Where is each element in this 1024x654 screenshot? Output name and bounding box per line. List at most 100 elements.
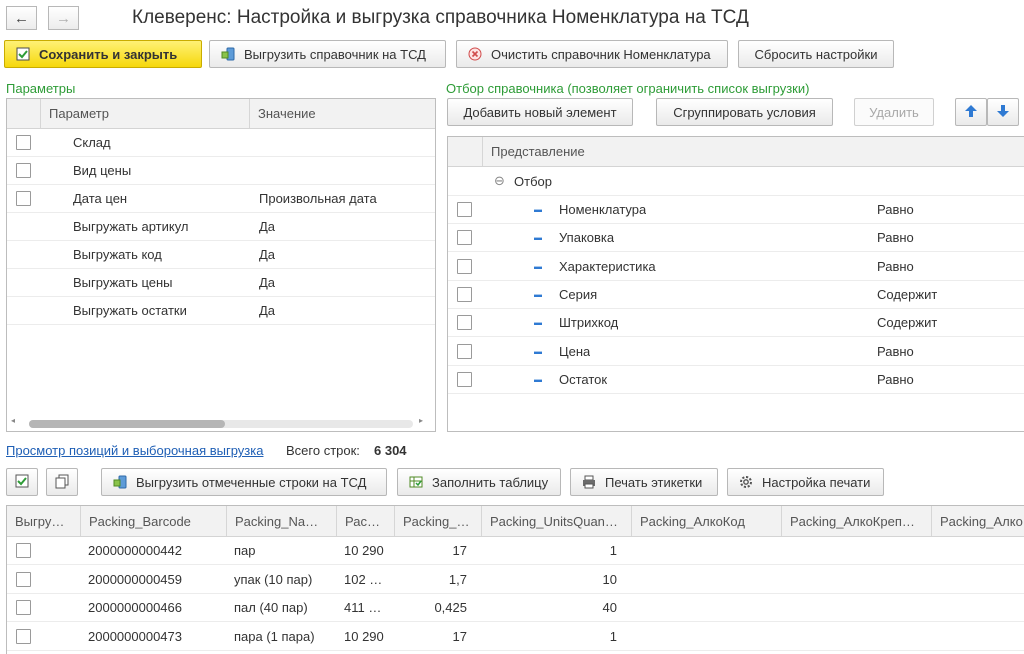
- preview-cell-price: 411 …: [344, 600, 382, 615]
- params-row-name: Дата цен: [73, 191, 128, 206]
- params-col-value: Значение: [249, 99, 435, 128]
- preview-cell-price: 102 …: [344, 571, 383, 587]
- move-up-button[interactable]: [955, 98, 987, 126]
- preview-link[interactable]: Просмотр позиций и выборочная выгрузка: [6, 443, 263, 458]
- back-button[interactable]: ←: [6, 6, 37, 30]
- preview-col-header[interactable]: Packing_Barcode: [80, 506, 226, 536]
- move-down-button[interactable]: [987, 98, 1019, 126]
- preview-cell-c4: 1,7: [448, 571, 467, 587]
- check-all-button[interactable]: [6, 468, 38, 496]
- params-row[interactable]: Склад: [7, 129, 435, 157]
- filter-item-checkbox[interactable]: [457, 258, 472, 274]
- params-row-checkbox[interactable]: [16, 135, 31, 150]
- reset-settings-button[interactable]: Сбросить настройки: [738, 40, 894, 68]
- filter-item-row[interactable]: ▬ Цена Равно: [448, 338, 1024, 366]
- preview-row-checkbox[interactable]: [16, 543, 31, 558]
- print-labels-button[interactable]: Печать этикетки: [570, 468, 718, 496]
- preview-col-header[interactable]: Packing_…: [394, 506, 481, 536]
- fill-table-label: Заполнить таблицу: [432, 474, 549, 490]
- params-row-value: Да: [259, 247, 276, 262]
- fill-table-button[interactable]: Заполнить таблицу: [397, 468, 561, 496]
- filter-item-row[interactable]: ▬ Остаток Равно: [448, 366, 1024, 394]
- export-tsd-icon: [220, 46, 236, 62]
- printer-icon: [581, 474, 597, 490]
- filter-item-row[interactable]: ▬ Штрихкод Содержит: [448, 309, 1024, 338]
- preview-row[interactable]: 2000000000442 пар 10 290 17 1: [7, 537, 1024, 565]
- collapse-icon[interactable]: ⊖: [494, 167, 505, 195]
- preview-row[interactable]: 2000000000459 упак (10 пар) 102 … 1,7 10: [7, 566, 1024, 594]
- preview-col-header[interactable]: Packing_Na…: [226, 506, 336, 536]
- save-close-button[interactable]: Сохранить и закрыть: [4, 40, 202, 68]
- preview-row-checkbox[interactable]: [16, 628, 31, 644]
- filter-item-row[interactable]: ▬ Номенклатура Равно: [448, 196, 1024, 224]
- filter-item-name: Остаток: [559, 371, 608, 387]
- params-scrollbar-thumb[interactable]: [29, 420, 225, 428]
- preview-header: Выгру… Packing_Barcode Packing_Na… Рас… Pack…: [7, 506, 1024, 537]
- clear-catalog-button[interactable]: Очистить справочник Номенклатура: [456, 40, 728, 68]
- params-col-param: Параметр: [49, 106, 109, 121]
- forward-button[interactable]: →: [48, 6, 79, 30]
- total-rows-value: 6 304: [374, 443, 407, 458]
- save-close-label: Сохранить и закрыть: [39, 46, 178, 62]
- preview-row[interactable]: 2000000000466 пал (40 пар) 411 … 0,425 40: [7, 594, 1024, 622]
- add-element-button[interactable]: Добавить новый элемент: [447, 98, 633, 126]
- params-row[interactable]: Выгружать артикул Да: [7, 213, 435, 241]
- total-rows-label: Всего строк:: [286, 443, 360, 458]
- preview-cell-barcode: 2000000000442: [88, 543, 182, 558]
- filter-group-row[interactable]: ⊖ Отбор: [448, 167, 1024, 196]
- export-marked-button[interactable]: Выгрузить отмеченные строки на ТСД: [101, 468, 387, 496]
- filter-header: Представление: [448, 137, 1024, 167]
- group-conditions-button[interactable]: Сгруппировать условия: [656, 98, 833, 126]
- filter-item-row[interactable]: ▬ Серия Содержит: [448, 281, 1024, 309]
- params-row-checkbox[interactable]: [16, 191, 31, 206]
- filter-item-condition: Равно: [877, 202, 914, 217]
- filter-item-checkbox[interactable]: [457, 315, 472, 331]
- preview-col-header[interactable]: Выгру…: [7, 506, 80, 536]
- filter-item-condition: Равно: [877, 371, 914, 387]
- params-row[interactable]: Выгружать остатки Да: [7, 297, 435, 325]
- filter-item-condition: Содержит: [877, 315, 938, 331]
- params-row-value: Произвольная дата: [259, 191, 377, 206]
- params-row[interactable]: Выгружать цены Да: [7, 269, 435, 297]
- uncheck-all-button[interactable]: [46, 468, 78, 496]
- scroll-right-icon[interactable]: ▸: [419, 416, 423, 425]
- filter-item-checkbox[interactable]: [457, 286, 472, 302]
- filter-item-checkbox[interactable]: [457, 230, 472, 246]
- reset-settings-label: Сбросить настройки: [754, 46, 878, 62]
- params-row[interactable]: Выгружать код Да: [7, 241, 435, 269]
- preview-col-header[interactable]: Packing_АлкоКод: [631, 506, 781, 536]
- filter-item-checkbox[interactable]: [457, 343, 472, 359]
- filter-item-icon: ▬: [534, 346, 542, 356]
- preview-col-header[interactable]: Packing_UnitsQuan…: [481, 506, 631, 536]
- filter-item-row[interactable]: ▬ Характеристика Равно: [448, 253, 1024, 281]
- scroll-left-icon[interactable]: ◂: [11, 416, 15, 425]
- params-row[interactable]: Дата цен Произвольная дата: [7, 185, 435, 213]
- delete-button[interactable]: Удалить: [854, 98, 934, 126]
- preview-cell-c4: 0,425: [434, 600, 467, 615]
- export-catalog-button[interactable]: Выгрузить справочник на ТСД: [209, 40, 446, 68]
- filter-item-checkbox[interactable]: [457, 202, 472, 217]
- preview-col-header[interactable]: Packing_Алко: [931, 506, 1024, 536]
- params-row-checkbox[interactable]: [16, 163, 31, 178]
- preview-row[interactable]: 2000000000473 пара (1 пара) 10 290 17 1: [7, 623, 1024, 651]
- filter-item-checkbox[interactable]: [457, 371, 472, 387]
- preview-row-checkbox[interactable]: [16, 600, 31, 615]
- export-catalog-label: Выгрузить справочник на ТСД: [244, 46, 426, 62]
- params-section-label: Параметры: [6, 81, 76, 96]
- preview-cell-c4: 17: [452, 628, 467, 644]
- preview-row-checkbox[interactable]: [16, 571, 31, 587]
- filter-item-condition: Равно: [877, 230, 914, 246]
- params-row-name: Склад: [73, 135, 111, 150]
- print-settings-button[interactable]: Настройка печати: [727, 468, 884, 496]
- params-row[interactable]: Вид цены: [7, 157, 435, 185]
- filter-table: Представление ⊖ Отбор ▬ Номенклатура Равно…: [447, 136, 1024, 432]
- filter-group-label: Отбор: [514, 173, 552, 189]
- preview-col-header[interactable]: Packing_АлкоКреп…: [781, 506, 931, 536]
- filter-item-row[interactable]: ▬ Упаковка Равно: [448, 224, 1024, 253]
- preview-col-header[interactable]: Рас…: [336, 506, 394, 536]
- preview-cell-barcode: 2000000000459: [88, 571, 182, 587]
- filter-item-icon: ▬: [534, 289, 542, 299]
- add-element-label: Добавить новый элемент: [463, 104, 617, 120]
- preview-cell-price: 10 290: [344, 628, 384, 644]
- filter-item-icon: ▬: [534, 233, 542, 243]
